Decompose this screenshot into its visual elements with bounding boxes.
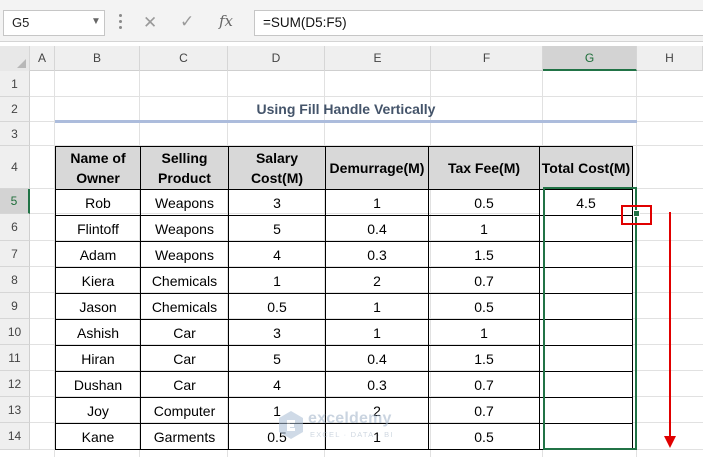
watermark-name: exceldemy xyxy=(308,410,392,427)
table-cell[interactable]: Jason xyxy=(55,293,141,320)
table-cell[interactable]: 0.7 xyxy=(428,267,540,294)
table-cell[interactable]: Weapons xyxy=(140,241,229,268)
row-header-5[interactable]: 5 xyxy=(0,189,30,214)
table-header-cell: Name of Owner xyxy=(55,146,141,190)
table-cell[interactable]: 2 xyxy=(325,267,429,294)
row-header-6[interactable]: 6 xyxy=(0,214,30,241)
table-cell[interactable]: 0.3 xyxy=(325,241,429,268)
table-cell[interactable]: Garments xyxy=(140,423,229,450)
table-header-cell: Demurrage(M) xyxy=(325,146,429,190)
row-header-1[interactable]: 1 xyxy=(0,71,30,97)
table-cell[interactable]: 0.4 xyxy=(325,345,429,372)
row-header-7[interactable]: 7 xyxy=(0,241,30,267)
exceldemy-logo-icon xyxy=(279,411,303,439)
selection-range-g5-g14[interactable] xyxy=(543,187,637,450)
table-header-cell: Selling Product xyxy=(140,146,229,190)
table-cell[interactable]: 3 xyxy=(228,189,326,216)
table-cell[interactable]: Weapons xyxy=(140,215,229,242)
sheet-title: Using Fill Handle Vertically xyxy=(256,101,436,117)
row-header-10[interactable]: 10 xyxy=(0,319,30,345)
table-cell[interactable]: 1.5 xyxy=(428,241,540,268)
table-cell[interactable]: Car xyxy=(140,345,229,372)
table-cell[interactable]: 1.5 xyxy=(428,345,540,372)
table-cell[interactable]: 0.5 xyxy=(228,293,326,320)
table-cell[interactable]: 1 xyxy=(325,189,429,216)
row-header-14[interactable]: 14 xyxy=(0,423,30,450)
row-header-8[interactable]: 8 xyxy=(0,267,30,293)
table-cell[interactable]: 1 xyxy=(325,319,429,346)
title-underline xyxy=(55,120,637,123)
table-header-cell: Salary Cost(M) xyxy=(228,146,326,190)
table-cell[interactable]: 5 xyxy=(228,215,326,242)
table-cell[interactable]: Hiran xyxy=(55,345,141,372)
table-cell[interactable]: 0.5 xyxy=(428,189,540,216)
table-header-cell: Tax Fee(M) xyxy=(428,146,540,190)
table-cell[interactable]: Rob xyxy=(55,189,141,216)
table-cell[interactable]: 0.3 xyxy=(325,371,429,398)
row-header-3[interactable]: 3 xyxy=(0,122,30,146)
table-cell[interactable]: 1 xyxy=(428,215,540,242)
table-cell[interactable]: Computer xyxy=(140,397,229,424)
table-cell[interactable]: 1 xyxy=(228,267,326,294)
table-cell[interactable]: 1 xyxy=(428,319,540,346)
table-cell[interactable]: Dushan xyxy=(55,371,141,398)
table-cell[interactable]: Weapons xyxy=(140,189,229,216)
arrow-head-icon xyxy=(664,436,676,448)
row-header-12[interactable]: 12 xyxy=(0,371,30,397)
row-header-13[interactable]: 13 xyxy=(0,397,30,423)
table-cell[interactable]: Flintoff xyxy=(55,215,141,242)
table-cell[interactable]: Kane xyxy=(55,423,141,450)
watermark-tagline: EXCEL · DATA · BI xyxy=(310,430,394,439)
table-header-cell: Total Cost(M) xyxy=(539,146,633,190)
table-cell[interactable]: 4 xyxy=(228,371,326,398)
table-cell[interactable]: 0.5 xyxy=(428,293,540,320)
table-cell[interactable]: 5 xyxy=(228,345,326,372)
table-cell[interactable]: 0.4 xyxy=(325,215,429,242)
row-header-4[interactable]: 4 xyxy=(0,146,30,189)
fill-handle[interactable] xyxy=(633,210,640,217)
table-cell[interactable]: Car xyxy=(140,319,229,346)
table-cell[interactable]: Ashish xyxy=(55,319,141,346)
drag-direction-arrow xyxy=(669,212,671,440)
table-cell[interactable]: 4 xyxy=(228,241,326,268)
table-cell[interactable]: Chemicals xyxy=(140,267,229,294)
table-cell[interactable]: Adam xyxy=(55,241,141,268)
table-cell[interactable]: Joy xyxy=(55,397,141,424)
watermark: exceldemy EXCEL · DATA · BI xyxy=(272,407,462,447)
table-cell[interactable]: 1 xyxy=(325,293,429,320)
table-cell[interactable]: Kiera xyxy=(55,267,141,294)
row-header-9[interactable]: 9 xyxy=(0,293,30,319)
row-header-2[interactable]: 2 xyxy=(0,97,30,122)
table-cell[interactable]: 0.7 xyxy=(428,371,540,398)
table-cell[interactable]: Chemicals xyxy=(140,293,229,320)
table-cell[interactable]: 3 xyxy=(228,319,326,346)
table-cell[interactable]: Car xyxy=(140,371,229,398)
row-header-11[interactable]: 11 xyxy=(0,345,30,371)
